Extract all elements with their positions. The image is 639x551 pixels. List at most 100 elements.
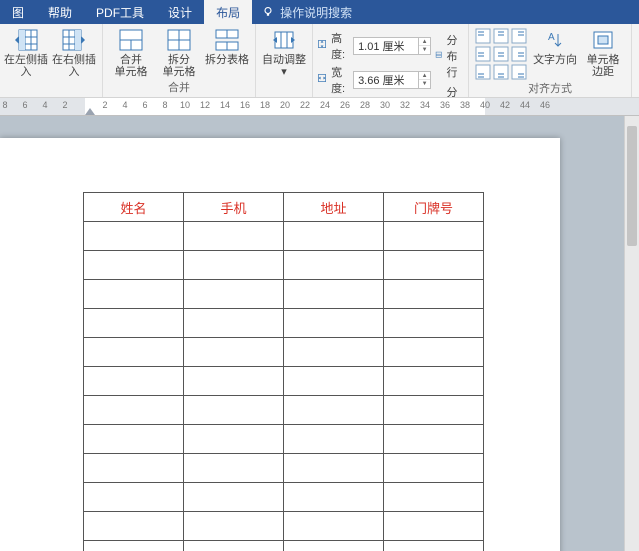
table-cell[interactable] [84, 454, 184, 483]
table-cell[interactable] [284, 512, 384, 541]
table-cell[interactable] [384, 309, 484, 338]
table-cell[interactable] [384, 512, 484, 541]
align-tl-button[interactable] [475, 28, 491, 44]
tell-me-search[interactable]: 操作说明搜索 [252, 0, 362, 24]
table-header-cell[interactable]: 地址 [284, 193, 384, 222]
table-cell[interactable] [84, 541, 184, 551]
align-bl-button[interactable] [475, 64, 491, 80]
width-spinner[interactable]: 3.66 厘米 ▲▼ [353, 71, 431, 89]
document-table[interactable]: 姓名手机地址门牌号 [83, 192, 484, 551]
table-cell[interactable] [184, 425, 284, 454]
insert-right-button[interactable]: 在右侧插入 [50, 26, 98, 78]
table-cell[interactable] [384, 367, 484, 396]
text-direction-button[interactable]: A 文字方向 [531, 26, 579, 66]
table-cell[interactable] [384, 338, 484, 367]
table-row[interactable] [84, 483, 484, 512]
table-cell[interactable] [184, 251, 284, 280]
table-row[interactable] [84, 309, 484, 338]
table-cell[interactable] [184, 280, 284, 309]
table-row[interactable] [84, 280, 484, 309]
vertical-scrollbar[interactable] [624, 116, 639, 551]
ruler-tick: 42 [500, 100, 510, 110]
table-cell[interactable] [184, 338, 284, 367]
table-cell[interactable] [284, 251, 384, 280]
distribute-cols-button[interactable]: 分布列 [435, 84, 464, 98]
table-row[interactable] [84, 454, 484, 483]
spinner-arrows[interactable]: ▲▼ [418, 72, 430, 88]
align-tc-button[interactable] [493, 28, 509, 44]
table-cell[interactable] [384, 396, 484, 425]
table-row[interactable] [84, 367, 484, 396]
table-cell[interactable] [384, 425, 484, 454]
table-cell[interactable] [84, 309, 184, 338]
table-cell[interactable] [184, 454, 284, 483]
table-row[interactable] [84, 512, 484, 541]
tab-help[interactable]: 帮助 [36, 0, 84, 24]
table-cell[interactable] [284, 541, 384, 551]
align-mc-button[interactable] [493, 46, 509, 62]
height-spinner[interactable]: 1.01 厘米 ▲▼ [353, 37, 431, 55]
table-row[interactable] [84, 251, 484, 280]
table-cell[interactable] [284, 483, 384, 512]
table-cell[interactable] [184, 367, 284, 396]
table-cell[interactable] [284, 367, 384, 396]
table-cell[interactable] [284, 280, 384, 309]
table-row[interactable] [84, 338, 484, 367]
margin-marker-icon[interactable] [85, 108, 95, 115]
table-cell[interactable] [84, 338, 184, 367]
table-cell[interactable] [284, 338, 384, 367]
table-cell[interactable] [284, 425, 384, 454]
table-cell[interactable] [384, 280, 484, 309]
align-bc-button[interactable] [493, 64, 509, 80]
align-tr-button[interactable] [511, 28, 527, 44]
table-cell[interactable] [284, 396, 384, 425]
table-cell[interactable] [284, 222, 384, 251]
insert-left-icon [13, 28, 39, 52]
table-cell[interactable] [184, 512, 284, 541]
distribute-rows-button[interactable]: 分布行 [435, 32, 464, 80]
table-cell[interactable] [84, 425, 184, 454]
table-cell[interactable] [284, 309, 384, 338]
tab-view[interactable]: 图 [0, 0, 36, 24]
table-row[interactable] [84, 222, 484, 251]
table-header-cell[interactable]: 手机 [184, 193, 284, 222]
table-cell[interactable] [84, 280, 184, 309]
table-cell[interactable] [84, 396, 184, 425]
table-cell[interactable] [184, 222, 284, 251]
table-cell[interactable] [384, 454, 484, 483]
table-cell[interactable] [84, 367, 184, 396]
table-header-cell[interactable]: 门牌号 [384, 193, 484, 222]
table-cell[interactable] [84, 251, 184, 280]
align-mr-button[interactable] [511, 46, 527, 62]
tab-pdf[interactable]: PDF工具 [84, 0, 156, 24]
tab-design[interactable]: 设计 [156, 0, 204, 24]
split-table-button[interactable]: 拆分表格 [203, 26, 251, 66]
table-cell[interactable] [84, 512, 184, 541]
table-cell[interactable] [384, 541, 484, 551]
insert-left-button[interactable]: 在左侧插入 [2, 26, 50, 78]
cell-margins-button[interactable]: 单元格 边距 [579, 26, 627, 78]
table-cell[interactable] [84, 483, 184, 512]
table-cell[interactable] [184, 309, 284, 338]
merge-cells-button[interactable]: 合并 单元格 [107, 26, 155, 78]
table-row[interactable] [84, 425, 484, 454]
table-cell[interactable] [84, 222, 184, 251]
table-cell[interactable] [184, 396, 284, 425]
align-ml-button[interactable] [475, 46, 491, 62]
table-cell[interactable] [184, 541, 284, 551]
table-row[interactable] [84, 396, 484, 425]
horizontal-ruler[interactable]: 8642246810121416182022242628303234363840… [0, 98, 639, 116]
split-cells-button[interactable]: 拆分 单元格 [155, 26, 203, 78]
tab-layout[interactable]: 布局 [204, 0, 252, 24]
table-cell[interactable] [384, 222, 484, 251]
table-header-cell[interactable]: 姓名 [84, 193, 184, 222]
scrollbar-thumb[interactable] [627, 126, 637, 246]
table-cell[interactable] [384, 483, 484, 512]
spinner-arrows[interactable]: ▲▼ [418, 38, 430, 54]
table-cell[interactable] [284, 454, 384, 483]
table-cell[interactable] [184, 483, 284, 512]
autofit-button[interactable]: 自动调整 ▾ [260, 26, 308, 78]
table-row[interactable] [84, 541, 484, 551]
align-br-button[interactable] [511, 64, 527, 80]
table-cell[interactable] [384, 251, 484, 280]
